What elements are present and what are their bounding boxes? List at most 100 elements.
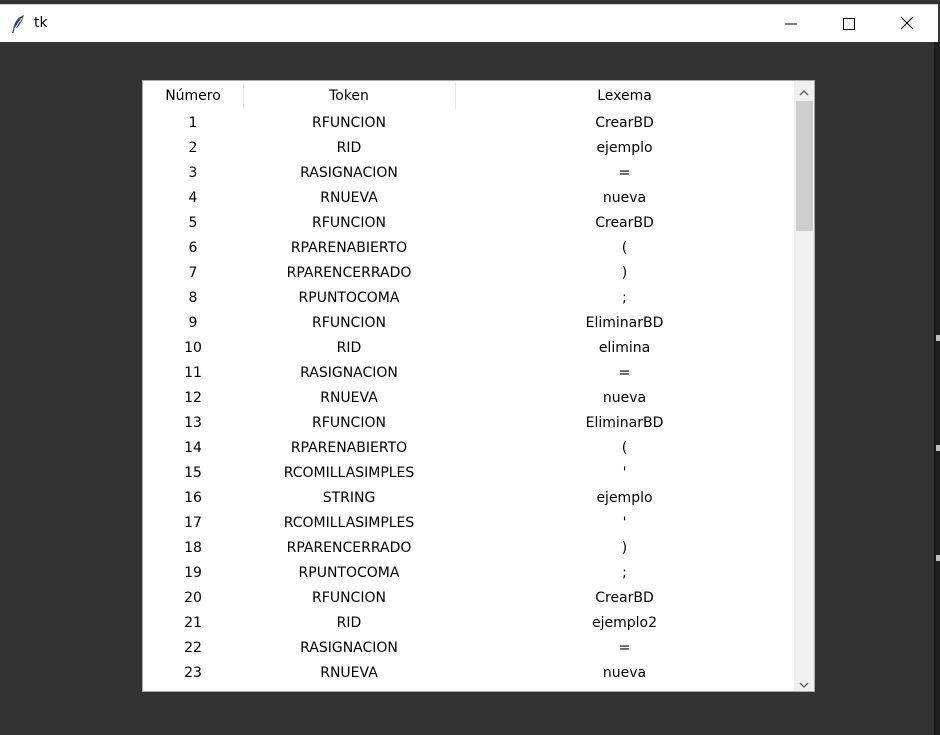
scroll-down-button[interactable] xyxy=(794,673,814,691)
cell-numero: 9 xyxy=(188,315,198,331)
cell-token: RFUNCION xyxy=(312,115,386,131)
maximize-icon xyxy=(843,15,855,34)
title-bar[interactable]: tk xyxy=(0,4,938,42)
table-row[interactable]: 18 RPARENCERRADO) xyxy=(143,536,794,561)
cell-lexema: CrearBD xyxy=(595,115,654,131)
feather-icon xyxy=(9,14,27,34)
table-row[interactable]: 21 RID ejemplo2 xyxy=(143,611,794,636)
header-numero[interactable]: Número xyxy=(143,81,243,111)
cell-numero: 22 xyxy=(184,640,202,656)
table-row[interactable]: 4 RNUEVA nueva xyxy=(143,186,794,211)
cell-lexema: ' xyxy=(622,515,627,531)
table-row[interactable]: 9 RFUNCION EliminarBD xyxy=(143,311,794,336)
cell-lexema: ( xyxy=(621,240,628,256)
vertical-scrollbar[interactable] xyxy=(794,81,814,691)
minimize-icon xyxy=(785,15,797,34)
cell-token: RID xyxy=(336,615,362,631)
table-row[interactable]: 3 RASIGNACION = xyxy=(143,161,794,186)
cell-lexema: nueva xyxy=(602,390,647,406)
cell-token: RFUNCION xyxy=(312,215,386,231)
cell-lexema: = xyxy=(618,365,631,381)
table-row[interactable]: 14 RPARENABIERTO ( xyxy=(143,436,794,461)
cell-numero: 6 xyxy=(188,240,198,256)
cell-lexema: nueva xyxy=(602,190,647,206)
close-icon xyxy=(900,15,914,34)
cell-token: RFUNCION xyxy=(312,415,386,431)
cell-lexema: ' xyxy=(622,465,627,481)
table-row[interactable]: 13 RFUNCION EliminarBD xyxy=(143,411,794,436)
edge-marker xyxy=(936,335,940,341)
cell-token: RPUNTOCOMA xyxy=(298,565,400,581)
table-row[interactable]: 5 RFUNCION CrearBD xyxy=(143,211,794,236)
table-row[interactable]: 2 RID ejemplo xyxy=(143,136,794,161)
cell-token: RCOMILLASIMPLES xyxy=(283,465,415,481)
cell-lexema: EliminarBD xyxy=(585,415,664,431)
edge-marker xyxy=(936,555,940,561)
scroll-thumb[interactable] xyxy=(796,101,813,231)
table-row[interactable]: 7 RPARENCERRADO) xyxy=(143,261,794,286)
cell-numero: 14 xyxy=(184,440,202,456)
token-table[interactable]: Número Token Lexema 1 RFUNCION CrearBD 2 RID… xyxy=(142,80,815,692)
cell-numero: 21 xyxy=(184,615,202,631)
cell-token: RID xyxy=(336,140,362,156)
scroll-up-button[interactable] xyxy=(794,81,814,99)
table-row[interactable]: 23 RNUEVA nueva xyxy=(143,661,794,686)
table-row[interactable]: 22 RASIGNACION = xyxy=(143,636,794,661)
header-token[interactable]: Token xyxy=(243,81,455,111)
header-lexema[interactable]: Lexema xyxy=(455,81,794,111)
cell-numero: 4 xyxy=(188,190,198,206)
table-header: Número Token Lexema xyxy=(143,81,794,111)
minimize-button[interactable] xyxy=(762,5,820,43)
table-row[interactable]: 12 RNUEVA nueva xyxy=(143,386,794,411)
cell-lexema: CrearBD xyxy=(595,590,654,606)
cell-token: RID xyxy=(336,340,362,356)
cell-lexema: EliminarBD xyxy=(585,315,664,331)
table-row[interactable]: 15 RCOMILLASIMPLES ' xyxy=(143,461,794,486)
table-row[interactable]: 11 RASIGNACION = xyxy=(143,361,794,386)
cell-token: RASIGNACION xyxy=(300,365,398,381)
cell-numero: 17 xyxy=(184,515,202,531)
window-edge xyxy=(934,42,940,735)
cell-numero: 23 xyxy=(184,665,202,681)
app-window: tk Número Token Lexema 1 RFUNCION CrearB… xyxy=(0,0,940,735)
cell-numero: 15 xyxy=(184,465,202,481)
cell-token: RPUNTOCOMA xyxy=(298,290,400,306)
close-button[interactable] xyxy=(878,5,936,43)
cell-numero: 16 xyxy=(184,490,202,506)
table-row[interactable]: 8 RPUNTOCOMA; xyxy=(143,286,794,311)
table-row[interactable]: 17 RCOMILLASIMPLES ' xyxy=(143,511,794,536)
chevron-up-icon xyxy=(799,81,809,100)
cell-numero: 19 xyxy=(184,565,202,581)
cell-lexema: = xyxy=(618,640,631,656)
cell-lexema: ; xyxy=(622,290,627,306)
cell-token: RPARENCERRADO xyxy=(286,265,412,281)
cell-numero: 20 xyxy=(184,590,202,606)
maximize-button[interactable] xyxy=(820,5,878,43)
table-row[interactable]: 20 RFUNCION CrearBD xyxy=(143,586,794,611)
chevron-down-icon xyxy=(799,673,809,692)
cell-numero: 5 xyxy=(188,215,198,231)
cell-lexema: ejemplo xyxy=(596,490,653,506)
window-title: tk xyxy=(34,15,48,31)
cell-lexema: ejemplo2 xyxy=(591,615,657,631)
table-row[interactable]: 10 RID elimina xyxy=(143,336,794,361)
table-row[interactable]: 16 STRING ejemplo xyxy=(143,486,794,511)
cell-numero: 10 xyxy=(184,340,202,356)
cell-token: RFUNCION xyxy=(312,590,386,606)
cell-numero: 2 xyxy=(188,140,198,156)
cell-numero: 3 xyxy=(188,165,198,181)
cell-token: RASIGNACION xyxy=(300,165,398,181)
cell-token: RPARENABIERTO xyxy=(290,240,408,256)
cell-token: RFUNCION xyxy=(312,315,386,331)
edge-marker xyxy=(936,445,940,451)
cell-numero: 18 xyxy=(184,540,202,556)
cell-token: RNUEVA xyxy=(320,390,378,406)
cell-token: STRING xyxy=(322,490,376,506)
table-row[interactable]: 19 RPUNTOCOMA; xyxy=(143,561,794,586)
table-row[interactable]: 6 RPARENABIERTO ( xyxy=(143,236,794,261)
cell-numero: 13 xyxy=(184,415,202,431)
cell-lexema: ( xyxy=(621,440,628,456)
cell-token: RNUEVA xyxy=(320,665,378,681)
cell-lexema: nueva xyxy=(602,665,647,681)
table-row[interactable]: 1 RFUNCION CrearBD xyxy=(143,111,794,136)
